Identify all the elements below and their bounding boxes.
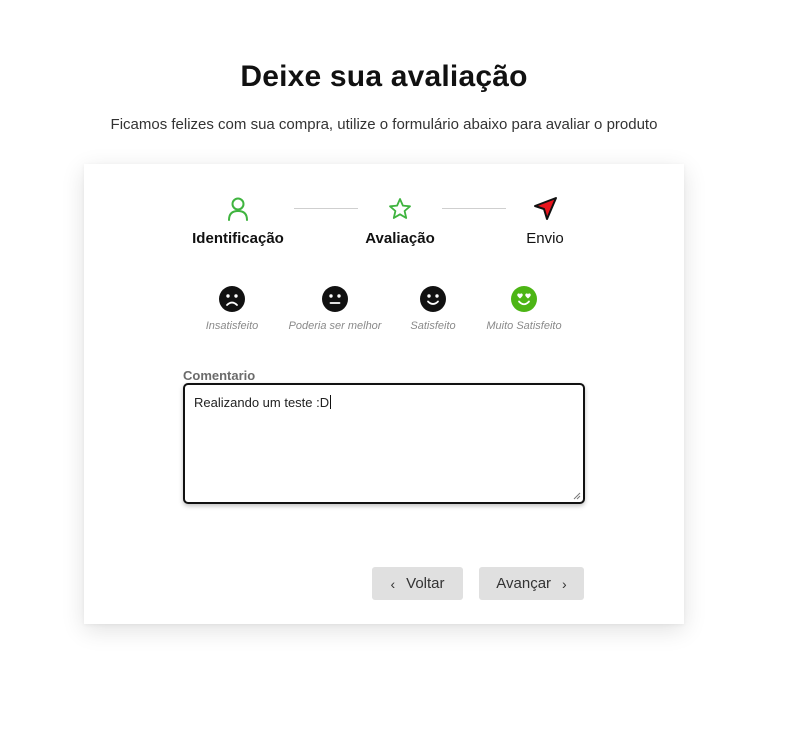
back-button[interactable]: ‹ Voltar (372, 567, 463, 600)
step-label: Avaliação (365, 230, 435, 247)
next-button-label: Avançar (496, 575, 552, 592)
text-caret (330, 395, 332, 409)
comment-text: Realizando um teste :D (194, 395, 330, 410)
resize-handle-icon[interactable] (573, 492, 581, 500)
user-icon (228, 197, 248, 221)
step-label: Identificação (192, 230, 284, 247)
send-icon (534, 197, 557, 220)
next-button[interactable]: Avançar › (479, 567, 584, 600)
rating-option-insatisfeito[interactable]: Insatisfeito (177, 286, 287, 332)
chevron-right-icon: › (562, 575, 567, 592)
neutral-face-icon (322, 286, 348, 312)
rating-option-muito-satisfeito[interactable]: Muito Satisfeito (469, 286, 579, 332)
step-label: Envio (526, 230, 564, 247)
sad-face-icon (219, 286, 245, 312)
smile-face-icon (420, 286, 446, 312)
back-button-label: Voltar (406, 575, 445, 592)
page-title: Deixe sua avaliação (240, 60, 528, 93)
chevron-left-icon: ‹ (390, 575, 396, 592)
rating-label: Poderia ser melhor (288, 320, 382, 332)
step-avaliacao: Avaliação (340, 194, 460, 247)
star-icon (389, 198, 411, 219)
review-card: Identificação Avaliação Envio Insatisfei… (84, 164, 684, 624)
rating-label: Insatisfeito (205, 320, 259, 332)
step-identificacao: Identificação (178, 194, 298, 247)
rating-option-poderia-ser-melhor[interactable]: Poderia ser melhor (280, 286, 390, 332)
step-envio: Envio (485, 194, 605, 247)
rating-label: Muito Satisfeito (486, 320, 562, 332)
page-subtitle: Ficamos felizes com sua compra, utilize … (110, 116, 658, 133)
comment-label: Comentario (183, 368, 256, 383)
comment-textarea[interactable]: Realizando um teste :D (183, 383, 585, 504)
heart-eyes-face-icon (511, 286, 537, 312)
